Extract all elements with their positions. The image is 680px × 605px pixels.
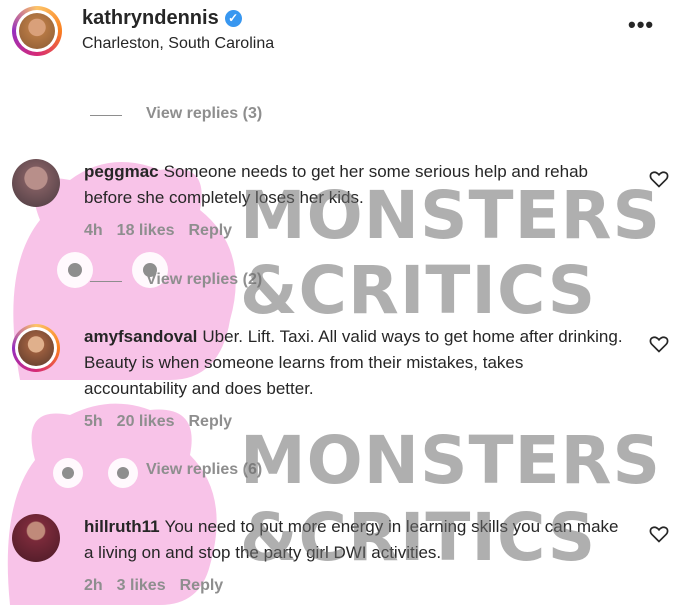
comment-text: amyfsandoval Uber. Lift. Taxi. All valid … (84, 327, 623, 398)
comment-likes[interactable]: 3 likes (117, 577, 166, 594)
comment-item: hillruth11 You need to put more energy in… (0, 514, 680, 600)
comment-meta: 2h 3 likes Reply (84, 577, 237, 595)
commenter-avatar[interactable] (12, 514, 60, 562)
comment-meta: 5h 20 likes Reply (84, 413, 246, 431)
commenter-avatar[interactable] (12, 324, 60, 372)
verified-badge-icon: ✓ (224, 10, 242, 27)
reply-button[interactable]: Reply (180, 577, 224, 594)
commenter-username[interactable]: peggmac (84, 162, 159, 181)
comment-time: 5h (84, 413, 103, 430)
post-location[interactable]: Charleston, South Carolina (82, 35, 274, 53)
like-heart-icon[interactable] (649, 524, 669, 544)
like-heart-icon[interactable] (649, 334, 669, 354)
replies-divider (90, 281, 122, 282)
watermark-text: &CRITICS (240, 252, 597, 329)
comment-item: amyfsandoval Uber. Lift. Taxi. All valid … (0, 324, 680, 434)
commenter-username[interactable]: hillruth11 (84, 517, 160, 536)
view-replies-button[interactable]: View replies (2) (90, 271, 390, 291)
reply-button[interactable]: Reply (189, 413, 233, 430)
more-options-icon[interactable]: ••• (628, 12, 654, 38)
comment-time: 2h (84, 577, 103, 594)
commenter-avatar[interactable] (12, 159, 60, 207)
comment-likes[interactable]: 18 likes (117, 222, 175, 239)
reply-button[interactable]: Reply (189, 222, 233, 239)
comment-time: 4h (84, 222, 103, 239)
author-username[interactable]: kathryndennis ✓ (82, 7, 242, 30)
view-replies-button[interactable]: View replies (3) (90, 105, 390, 125)
comment-meta: 4h 18 likes Reply (84, 222, 246, 240)
post-header: kathryndennis ✓ Charleston, South Carolin… (0, 0, 680, 62)
comment-text: peggmac Someone needs to get her some ser… (84, 162, 588, 207)
comment-text: hillruth11 You need to put more energy in… (84, 517, 619, 562)
replies-divider (90, 471, 122, 472)
like-heart-icon[interactable] (649, 169, 669, 189)
replies-divider (90, 115, 122, 116)
comment-likes[interactable]: 20 likes (117, 413, 175, 430)
view-replies-button[interactable]: View replies (6) (90, 461, 390, 481)
comment-item: peggmac Someone needs to get her some ser… (0, 159, 680, 249)
commenter-username[interactable]: amyfsandoval (84, 327, 197, 346)
author-avatar[interactable] (12, 6, 62, 56)
